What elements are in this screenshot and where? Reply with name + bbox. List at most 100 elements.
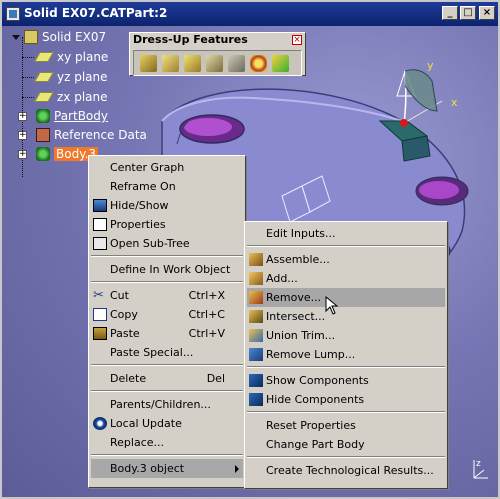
maximize-button[interactable]: □: [460, 6, 476, 20]
menu-item-replace[interactable]: Replace...: [91, 433, 243, 452]
axis-z-label: z: [476, 459, 481, 469]
menu-item-center-graph[interactable]: Center Graph: [91, 158, 243, 177]
menu-item-label: Hide Components: [266, 393, 365, 406]
window-title: Solid EX07.CATPart:2: [24, 6, 168, 20]
remove-lump-icon: [249, 348, 263, 361]
tree-item-reference-data[interactable]: Reference Data: [36, 126, 147, 144]
minimize-button[interactable]: _: [442, 6, 458, 20]
submenu-item-edit-inputs[interactable]: Edit Inputs...: [247, 224, 445, 243]
submenu-item-change-part-body[interactable]: Change Part Body: [247, 435, 445, 454]
menu-separator: [91, 454, 243, 456]
hide-show-icon: [93, 199, 107, 212]
menu-item-label: Assemble...: [266, 253, 330, 266]
menu-item-label: Define In Work Object: [110, 263, 231, 276]
menu-item-label: Paste Special...: [110, 346, 194, 359]
axis-y-label: y: [427, 59, 434, 72]
part-icon: [24, 30, 38, 44]
menu-item-label: Intersect...: [266, 310, 326, 323]
shell-icon[interactable]: [206, 54, 223, 72]
tree-item-label: zx plane: [57, 90, 108, 104]
menu-item-local-update[interactable]: Local Update: [91, 414, 243, 433]
menu-separator: [91, 364, 243, 366]
axis-x-label: x: [451, 96, 458, 109]
tree-root[interactable]: Solid EX07: [10, 28, 106, 46]
tree-item-label: Reference Data: [54, 128, 147, 142]
menu-item-label: Copy: [110, 308, 138, 321]
menu-item-body3-object[interactable]: Body.3 object: [91, 459, 243, 478]
chamfer-icon[interactable]: [162, 54, 179, 72]
tree-item-yz-plane[interactable]: yz plane: [34, 68, 108, 86]
3d-viewport[interactable]: y x z Solid EX07 xy plane yz plane zx pl…: [2, 26, 498, 497]
title-bar: Solid EX07.CATPart:2 _ □ ×: [2, 2, 498, 26]
submenu-item-create-technological-results[interactable]: Create Technological Results...: [247, 461, 445, 480]
submenu-item-remove[interactable]: Remove...: [247, 288, 445, 307]
collapse-arrow-icon[interactable]: [12, 34, 20, 40]
menu-item-label: Edit Inputs...: [266, 227, 336, 240]
expand-partbody-button[interactable]: +: [18, 112, 27, 121]
submenu-item-intersect[interactable]: Intersect...: [247, 307, 445, 326]
menu-item-label: Body.3 object: [110, 462, 185, 475]
menu-item-label: Show Components: [266, 374, 369, 387]
submenu-item-union-trim[interactable]: Union Trim...: [247, 326, 445, 345]
plane-icon: [34, 52, 54, 62]
menu-item-open-sub-tree[interactable]: Open Sub-Tree: [91, 234, 243, 253]
submenu-item-hide-components[interactable]: Hide Components: [247, 390, 445, 409]
properties-icon: [93, 218, 107, 231]
menu-item-label: Create Technological Results...: [266, 464, 434, 477]
tree-item-label: yz plane: [57, 70, 108, 84]
tree-item-zx-plane[interactable]: zx plane: [34, 88, 108, 106]
mouse-cursor-icon: [325, 296, 339, 315]
menu-item-label: Delete: [110, 372, 147, 385]
menu-separator: [247, 366, 445, 368]
toolbar-close-button[interactable]: ×: [292, 35, 302, 45]
submenu-item-add[interactable]: Add...: [247, 269, 445, 288]
menu-separator: [247, 411, 445, 413]
submenu-item-reset-properties[interactable]: Reset Properties: [247, 416, 445, 435]
draft-icon[interactable]: [184, 54, 201, 72]
toolbar-title[interactable]: Dress-Up Features: [130, 33, 305, 47]
partbody-icon: [36, 109, 50, 123]
catia-window: Solid EX07.CATPart:2 _ □ × y x z Solid E…: [0, 0, 500, 499]
menu-item-paste[interactable]: Paste Ctrl+V: [91, 324, 243, 343]
menu-item-label: Change Part Body: [266, 438, 365, 451]
tree-line: [22, 97, 34, 98]
menu-item-label: Add...: [266, 272, 298, 285]
toolbar-icons: [133, 50, 302, 76]
menu-separator: [91, 390, 243, 392]
fillet-icon[interactable]: [140, 54, 157, 72]
expand-reference-data-button[interactable]: +: [18, 131, 27, 140]
submenu-item-assemble[interactable]: Assemble...: [247, 250, 445, 269]
tree-item-xy-plane[interactable]: xy plane: [34, 48, 109, 66]
menu-separator: [91, 255, 243, 257]
menu-item-label: Remove...: [266, 291, 322, 304]
menu-item-reframe-on[interactable]: Reframe On: [91, 177, 243, 196]
remove-face-icon[interactable]: [272, 54, 289, 72]
thickness-icon[interactable]: [228, 54, 245, 72]
menu-item-cut[interactable]: ✂ Cut Ctrl+X: [91, 286, 243, 305]
menu-item-hide-show[interactable]: Hide/Show: [91, 196, 243, 215]
menu-item-label: Parents/Children...: [110, 398, 211, 411]
menu-item-label: Open Sub-Tree: [110, 237, 190, 250]
assemble-icon: [249, 253, 263, 266]
menu-item-properties[interactable]: Properties: [91, 215, 243, 234]
menu-item-delete[interactable]: Delete Del: [91, 369, 243, 388]
plane-icon: [34, 72, 54, 82]
menu-item-shortcut: Del: [206, 372, 225, 385]
tree-line: [22, 77, 34, 78]
menu-item-parents-children[interactable]: Parents/Children...: [91, 395, 243, 414]
submenu-item-show-components[interactable]: Show Components: [247, 371, 445, 390]
menu-separator: [91, 281, 243, 283]
close-button[interactable]: ×: [479, 6, 495, 20]
submenu-item-remove-lump[interactable]: Remove Lump...: [247, 345, 445, 364]
tree-item-label: xy plane: [57, 50, 109, 64]
expand-body3-button[interactable]: +: [18, 150, 27, 159]
menu-item-paste-special[interactable]: Paste Special...: [91, 343, 243, 362]
thread-icon[interactable]: [250, 54, 267, 72]
context-menu: Center Graph Reframe On Hide/Show Proper…: [88, 155, 246, 488]
tree-item-partbody[interactable]: PartBody: [36, 107, 108, 125]
menu-item-copy[interactable]: Copy Ctrl+C: [91, 305, 243, 324]
dress-up-features-toolbar[interactable]: Dress-Up Features ×: [129, 32, 306, 76]
menu-item-define-in-work-object[interactable]: Define In Work Object: [91, 260, 243, 279]
reference-data-icon: [36, 128, 50, 142]
menu-item-shortcut: Ctrl+V: [188, 327, 225, 340]
